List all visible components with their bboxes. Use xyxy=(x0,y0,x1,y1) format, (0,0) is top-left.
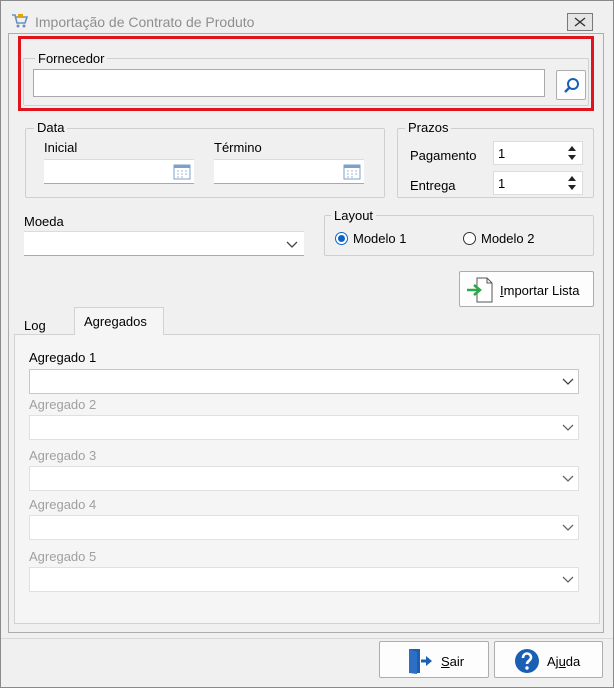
ajuda-button[interactable]: Ajuda xyxy=(494,641,603,678)
importar-lista-button[interactable]: Importar Lista xyxy=(459,271,594,307)
agregado3-label: Agregado 3 xyxy=(29,448,97,463)
agregado2-label: Agregado 2 xyxy=(29,397,97,412)
layout-legend: Layout xyxy=(331,208,377,223)
tab-log-label: Log xyxy=(24,318,46,333)
modelo1-radio[interactable]: Modelo 1 xyxy=(335,231,425,248)
tab-agregados[interactable]: Agregados xyxy=(74,307,164,335)
spinner-arrows-icon[interactable] xyxy=(565,142,579,164)
agregado3-select[interactable] xyxy=(29,466,579,491)
inicial-label: Inicial xyxy=(44,140,78,155)
moeda-select[interactable] xyxy=(24,231,304,256)
spinner-arrows-icon[interactable] xyxy=(565,172,579,194)
chevron-down-icon xyxy=(562,424,574,431)
prazos-legend: Prazos xyxy=(405,120,452,135)
radio-selected-icon xyxy=(335,232,348,245)
tab-agregados-label: Agregados xyxy=(84,314,147,329)
entrega-spinner[interactable]: 1 xyxy=(493,171,583,195)
chevron-down-icon xyxy=(562,378,574,385)
help-icon xyxy=(515,649,539,673)
window-title: Importação de Contrato de Produto xyxy=(35,14,255,30)
dialog-window: Importação de Contrato de Produto Fornec… xyxy=(0,0,614,688)
sair-mnemonic: S xyxy=(441,654,450,669)
termino-date-input[interactable] xyxy=(214,159,364,184)
importar-label-rest: mportar Lista xyxy=(503,283,580,298)
chevron-down-icon xyxy=(562,475,574,482)
close-icon xyxy=(574,17,586,27)
cart-icon xyxy=(12,14,29,28)
calendar-icon[interactable] xyxy=(343,164,361,180)
import-file-icon xyxy=(467,277,493,303)
chevron-down-icon xyxy=(562,576,574,583)
radio-unselected-icon xyxy=(463,232,476,245)
sair-label: Sair xyxy=(441,654,464,669)
agregado5-select[interactable] xyxy=(29,567,579,592)
fornecedor-input[interactable] xyxy=(33,69,545,97)
sair-label-rest: air xyxy=(449,654,465,669)
exit-icon xyxy=(409,649,432,674)
modelo2-label: Modelo 2 xyxy=(481,231,535,246)
agregado5-label: Agregado 5 xyxy=(29,549,97,564)
tab-log[interactable]: Log xyxy=(14,312,74,335)
pagamento-label: Pagamento xyxy=(410,148,477,163)
fornecedor-search-button[interactable] xyxy=(556,70,586,100)
sair-button[interactable]: Sair xyxy=(379,641,489,678)
calendar-icon[interactable] xyxy=(173,164,191,180)
importar-lista-label: Importar Lista xyxy=(500,283,580,298)
inicial-date-input[interactable] xyxy=(44,159,194,184)
modelo1-label: Modelo 1 xyxy=(353,231,407,246)
pagamento-value: 1 xyxy=(498,146,506,161)
close-button[interactable] xyxy=(567,13,593,31)
entrega-value: 1 xyxy=(498,176,506,191)
moeda-label: Moeda xyxy=(24,214,64,229)
agregado1-label: Agregado 1 xyxy=(29,350,97,365)
chevron-down-icon xyxy=(286,241,298,248)
agregado2-select[interactable] xyxy=(29,415,579,440)
search-icon xyxy=(564,78,579,93)
footer-divider xyxy=(1,638,613,639)
ajuda-label-rest: da xyxy=(565,654,581,669)
termino-label: Término xyxy=(214,140,262,155)
agregado4-select[interactable] xyxy=(29,515,579,540)
entrega-label: Entrega xyxy=(410,178,456,193)
ajuda-label-pre: Aj xyxy=(547,654,559,669)
ajuda-label: Ajuda xyxy=(547,654,580,669)
agregado1-select[interactable] xyxy=(29,369,579,394)
modelo2-radio[interactable]: Modelo 2 xyxy=(463,231,553,248)
agregado4-label: Agregado 4 xyxy=(29,497,97,512)
fornecedor-legend: Fornecedor xyxy=(35,51,108,66)
ajuda-mnemonic: u xyxy=(558,654,566,669)
chevron-down-icon xyxy=(562,524,574,531)
data-legend: Data xyxy=(34,120,68,135)
pagamento-spinner[interactable]: 1 xyxy=(493,141,583,165)
